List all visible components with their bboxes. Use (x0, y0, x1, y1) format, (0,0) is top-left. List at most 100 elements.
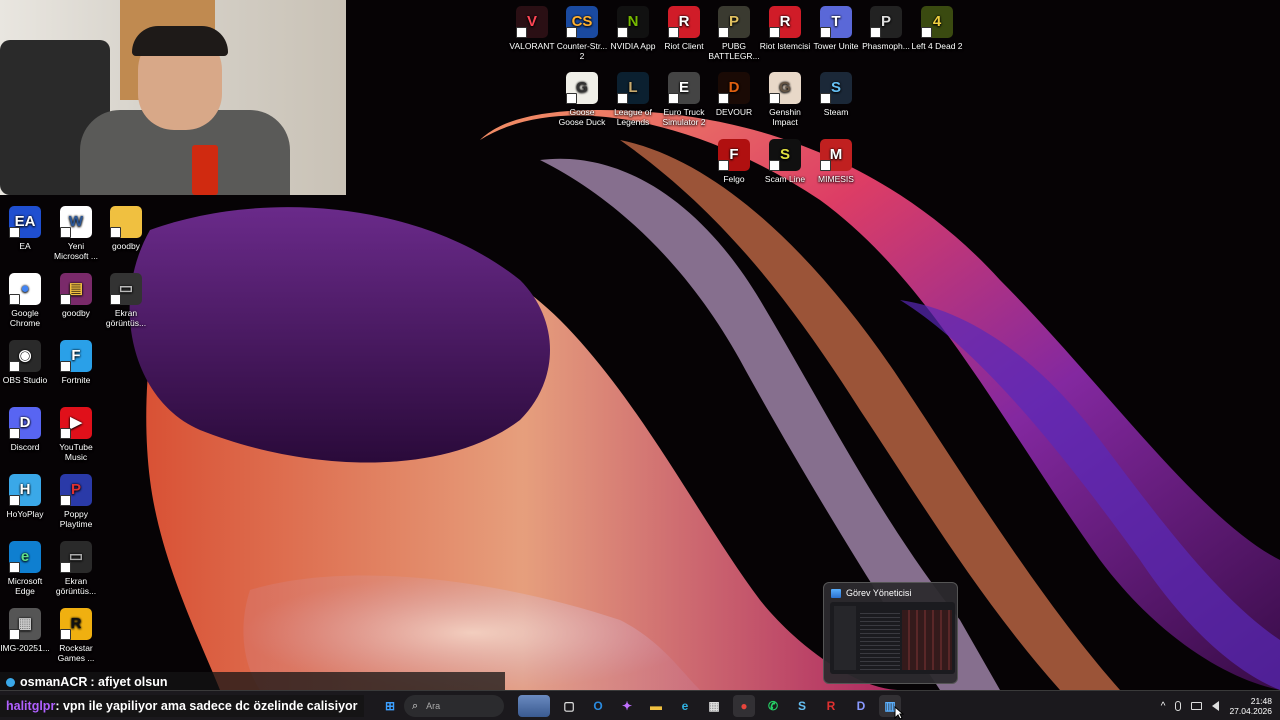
euro-truck-icon: E (668, 72, 700, 104)
desktop-shortcut-valorant[interactable]: V VALORANT (506, 6, 558, 51)
desktop-shortcut-nvidia[interactable]: N NVIDIA App (607, 6, 659, 51)
task-manager-thumbnail (830, 602, 955, 674)
webcam-person-hair (132, 26, 228, 56)
clock[interactable]: 21:48 27.04.2026 (1229, 696, 1272, 716)
desktop-shortcut-label: Ekran görüntüs... (55, 576, 97, 596)
system-tray: ^ 21:48 27.04.2026 (1161, 691, 1280, 720)
chat-badge-icon (6, 677, 15, 687)
desktop-shortcut-label: VALORANT (509, 41, 555, 51)
desktop-shortcut-screenshot-file[interactable]: ▭ Ekran görüntüs... (100, 273, 152, 328)
chat-message-1: osmanACR : afiyet olsun (0, 672, 505, 692)
store-icon: ▦ (708, 699, 720, 713)
desktop-shortcut-google-chrome[interactable]: ● Google Chrome (0, 273, 51, 328)
desktop-shortcut-poppy-playtime[interactable]: P Poppy Playtime (50, 474, 102, 529)
desktop-shortcut-counter-strike[interactable]: CS Counter-Str... 2 (556, 6, 608, 61)
desktop-shortcut-label: goodby (62, 308, 90, 318)
desktop-shortcut-euro-truck[interactable]: E Euro Truck Simulator 2 (658, 72, 710, 127)
desktop-shortcut-genshin-impact[interactable]: G Genshin Impact (759, 72, 811, 127)
desktop-shortcut-label: Scam Line (764, 174, 806, 184)
desktop-shortcut-word-document[interactable]: W Yeni Microsoft ... (50, 206, 102, 261)
desktop-shortcut-tower-unite[interactable]: T Tower Unite (810, 6, 862, 51)
webcam-microphone (192, 145, 218, 195)
desktop-shortcut-phasmophobia[interactable]: P Phasmoph... (860, 6, 912, 51)
whatsapp-icon: ✆ (767, 699, 779, 713)
desktop-shortcut-riot-client[interactable]: R Riot Client (658, 6, 710, 51)
tray-chevron-icon[interactable]: ^ (1161, 701, 1166, 712)
desktop-shortcut-league-of-legends[interactable]: L League of Legends (607, 72, 659, 127)
desktop-shortcut-microsoft-edge[interactable]: e Microsoft Edge (0, 541, 51, 596)
desktop-shortcut-label: Goose Goose Duck (558, 107, 606, 127)
chrome-button[interactable]: ● (733, 695, 755, 717)
discord-button[interactable]: D (850, 695, 872, 717)
desktop-shortcut-devour[interactable]: D DEVOUR (708, 72, 760, 117)
thumbnail-process-list (860, 610, 900, 670)
chat-message-2-user: halitglpr (6, 699, 56, 713)
desktop-shortcut-label: Fortnite (61, 375, 91, 385)
copilot-icon: ✦ (621, 699, 633, 713)
goose-goose-duck-icon: G (566, 72, 598, 104)
start-button[interactable]: ⊞ (379, 695, 401, 717)
chat-message-1-text: : afiyet olsun (90, 675, 168, 689)
desktop-shortcut-ea[interactable]: EA EA (0, 206, 51, 251)
desktop-shortcut-label: Steam (823, 107, 849, 117)
desktop-shortcut-scam-line[interactable]: S Scam Line (759, 139, 811, 184)
network-icon[interactable] (1191, 702, 1203, 710)
task-manager-preview[interactable]: Görev Yöneticisi (823, 582, 958, 684)
desktop-shortcut-fortnite[interactable]: F Fortnite (50, 340, 102, 385)
desktop-shortcut-pubg[interactable]: P PUBG BATTLEGR... (708, 6, 760, 61)
poppy-playtime-icon: P (60, 474, 92, 506)
desktop-shortcut-label: Ekran görüntüs... (105, 308, 147, 328)
steam-icon: S (820, 72, 852, 104)
taskbar-search-box[interactable]: ⌕ Ara (404, 695, 504, 717)
outlook-button[interactable]: O (587, 695, 609, 717)
edge-button[interactable]: e (674, 695, 696, 717)
desktop-shortcut-label: Yeni Microsoft ... (54, 241, 98, 261)
volume-icon[interactable] (1212, 701, 1220, 711)
task-manager-preview-title-bar: Görev Yöneticisi (828, 587, 953, 602)
microphone-icon[interactable] (1175, 701, 1182, 711)
tower-unite-icon: T (820, 6, 852, 38)
desktop-shortcut-folder[interactable]: goodby (100, 206, 152, 251)
desktop-shortcut-rockstar-games[interactable]: R Rockstar Games ... (50, 608, 102, 663)
steam-button[interactable]: S (791, 695, 813, 717)
microsoft-edge-icon: e (9, 541, 41, 573)
desktop-shortcut-label: Discord (10, 442, 40, 452)
desktop-shortcut-riot-istemcisi[interactable]: R Riot Istemcisi (759, 6, 811, 51)
desktop-shortcut-label: DEVOUR (715, 107, 753, 117)
desktop-shortcut-label: Riot Istemcisi (759, 41, 811, 51)
desktop-shortcut-steam[interactable]: S Steam (810, 72, 862, 117)
image-file-icon: ▦ (9, 608, 41, 640)
left4dead2-icon: 4 (921, 6, 953, 38)
desktop-shortcut-label: Phasmoph... (862, 41, 910, 51)
desktop-shortcut-goose-goose-duck[interactable]: G Goose Goose Duck (556, 72, 608, 127)
desktop-shortcut-obs-studio[interactable]: ◉ OBS Studio (0, 340, 51, 385)
hoyoplay-icon: H (9, 474, 41, 506)
riot-istemcisi-icon: R (769, 6, 801, 38)
whatsapp-button[interactable]: ✆ (762, 695, 784, 717)
desktop-shortcut-youtube-music[interactable]: ▶ YouTube Music (50, 407, 102, 462)
desktop-shortcut-screenshot-file[interactable]: ▭ Ekran görüntüs... (50, 541, 102, 596)
desktop-shortcut-label: Genshin Impact (769, 107, 801, 127)
nvidia-icon: N (617, 6, 649, 38)
desktop-shortcut-winrar-archive[interactable]: ▤ goodby (50, 273, 102, 318)
desktop-shortcut-left4dead2[interactable]: 4 Left 4 Dead 2 (911, 6, 963, 51)
copilot-button[interactable]: ✦ (616, 695, 638, 717)
clock-date: 27.04.2026 (1229, 706, 1272, 716)
desktop-shortcut-label: NVIDIA App (610, 41, 656, 51)
task-view-button[interactable]: ▢ (558, 695, 580, 717)
desktop-shortcut-hoyoplay[interactable]: H HoYoPlay (0, 474, 51, 519)
widgets-button[interactable] (518, 695, 550, 717)
devour-icon: D (718, 72, 750, 104)
desktop-shortcut-image-file[interactable]: ▦ IMG-20251... (0, 608, 51, 653)
desktop-shortcut-label: MIMESIS (818, 174, 854, 184)
desktop-shortcut-felgo[interactable]: F Felgo (708, 139, 760, 184)
riot-client-icon: R (668, 6, 700, 38)
desktop-shortcut-mimesis[interactable]: M MIMESIS (810, 139, 862, 184)
edge-icon: e (681, 699, 689, 713)
file-explorer-button[interactable]: ▬ (645, 695, 667, 717)
desktop-shortcut-label: Left 4 Dead 2 (911, 41, 963, 51)
league-of-legends-icon: L (617, 72, 649, 104)
store-button[interactable]: ▦ (703, 695, 725, 717)
riot-button[interactable]: R (820, 695, 842, 717)
desktop-shortcut-discord[interactable]: D Discord (0, 407, 51, 452)
